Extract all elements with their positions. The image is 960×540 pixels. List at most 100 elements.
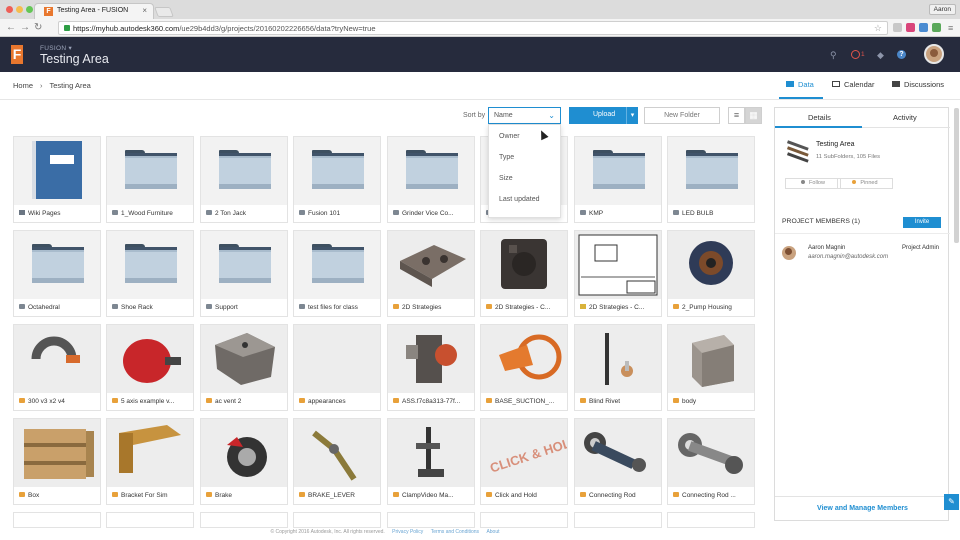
help-icon[interactable]: ? bbox=[897, 50, 906, 59]
extension-icon[interactable] bbox=[893, 23, 902, 32]
grid-view-toggle[interactable]: ▦ bbox=[745, 107, 762, 124]
avatar[interactable] bbox=[924, 44, 944, 64]
extension-icon[interactable] bbox=[932, 23, 941, 32]
browser-tab[interactable]: F Testing Area - FUSION × bbox=[34, 3, 154, 19]
view-manage-members-link[interactable]: View and Manage Members bbox=[775, 505, 950, 512]
bookmark-star-icon[interactable]: ☆ bbox=[874, 23, 882, 34]
file-card[interactable]: Blind Rivet bbox=[574, 324, 662, 411]
upload-button[interactable]: Upload ▾ bbox=[569, 107, 638, 124]
file-card[interactable]: 2D Strategies bbox=[387, 230, 475, 317]
item-label: Box bbox=[19, 492, 99, 499]
minimize-window-icon[interactable] bbox=[16, 6, 23, 13]
app-switcher[interactable]: FUSION ▾ bbox=[40, 44, 72, 52]
sort-option-size[interactable]: Size bbox=[499, 175, 513, 182]
file-card[interactable] bbox=[293, 512, 381, 528]
search-icon[interactable]: ⚲ bbox=[830, 50, 837, 60]
list-view-toggle[interactable]: ≡ bbox=[728, 107, 745, 124]
file-card[interactable]: body bbox=[667, 324, 755, 411]
file-card[interactable]: Connecting Rod ... bbox=[667, 418, 755, 505]
file-card[interactable] bbox=[574, 512, 662, 528]
file-card[interactable] bbox=[13, 512, 101, 528]
clock-icon[interactable] bbox=[851, 50, 860, 59]
folder-card[interactable]: LED BULB bbox=[667, 136, 755, 223]
item-label: ClampVideo Ma... bbox=[393, 492, 473, 499]
file-card[interactable]: Box bbox=[13, 418, 101, 505]
file-card[interactable]: 2D Strategies - C... bbox=[574, 230, 662, 317]
maximize-window-icon[interactable] bbox=[26, 6, 33, 13]
browser-user-button[interactable]: Aaron bbox=[928, 4, 956, 15]
close-tab-icon[interactable]: × bbox=[142, 6, 147, 15]
file-card[interactable]: Wiki Pages bbox=[13, 136, 101, 223]
reload-icon[interactable]: ↻ bbox=[34, 22, 42, 34]
breadcrumb-home[interactable]: Home bbox=[13, 81, 33, 90]
tab-calendar[interactable]: Calendar bbox=[832, 80, 874, 89]
follow-button[interactable]: Follow bbox=[785, 178, 841, 189]
privacy-link[interactable]: Privacy Policy bbox=[392, 529, 423, 535]
file-card[interactable] bbox=[667, 512, 755, 528]
file-card[interactable]: CLICK & HOLD Click and Hold bbox=[480, 418, 568, 505]
folder-card[interactable]: 1_Wood Furniture bbox=[106, 136, 194, 223]
thumbnail bbox=[14, 231, 100, 299]
file-card[interactable] bbox=[106, 512, 194, 528]
tab-data[interactable]: Data bbox=[786, 80, 814, 89]
file-card[interactable]: 2D Strategies - C... bbox=[480, 230, 568, 317]
extension-icon[interactable] bbox=[906, 23, 915, 32]
sort-option-owner[interactable]: Owner bbox=[499, 133, 520, 140]
folder-card[interactable]: Shoe Rack bbox=[106, 230, 194, 317]
upload-dropdown-icon[interactable]: ▾ bbox=[626, 107, 638, 124]
close-window-icon[interactable] bbox=[6, 6, 13, 13]
sort-option-type[interactable]: Type bbox=[499, 154, 514, 161]
new-folder-button[interactable]: New Folder bbox=[644, 107, 720, 124]
new-tab-button[interactable] bbox=[154, 7, 174, 17]
avatar[interactable] bbox=[782, 246, 796, 260]
project-name: Testing Area bbox=[816, 141, 855, 148]
file-card[interactable]: BASE_SUCTION_... bbox=[480, 324, 568, 411]
model-icon bbox=[393, 398, 399, 403]
about-link[interactable]: About bbox=[486, 529, 499, 535]
file-card[interactable]: ac vent 2 bbox=[200, 324, 288, 411]
pin-icon bbox=[852, 180, 857, 184]
model-icon bbox=[580, 492, 586, 497]
file-card[interactable]: 2_Pump Housing bbox=[667, 230, 755, 317]
file-card[interactable] bbox=[200, 512, 288, 528]
bell-icon[interactable]: ◆ bbox=[877, 50, 884, 60]
fusion-logo[interactable]: F bbox=[11, 45, 23, 64]
folder-card[interactable]: Grinder Vice Co... bbox=[387, 136, 475, 223]
feedback-button[interactable]: ✎ bbox=[944, 494, 959, 510]
file-card[interactable] bbox=[480, 512, 568, 528]
file-card[interactable]: BRAKE_LEVER bbox=[293, 418, 381, 505]
forward-icon[interactable]: → bbox=[20, 22, 30, 34]
back-icon[interactable]: ← bbox=[6, 22, 16, 34]
folder-icon bbox=[299, 304, 305, 309]
file-card[interactable]: Bracket For Sim bbox=[106, 418, 194, 505]
tab-discussions[interactable]: Discussions bbox=[892, 80, 944, 89]
folder-card[interactable]: Fusion 101 bbox=[293, 136, 381, 223]
menu-icon[interactable]: ≡ bbox=[948, 22, 953, 34]
terms-link[interactable]: Terms and Conditions bbox=[431, 529, 479, 535]
extension-icon[interactable] bbox=[919, 23, 928, 32]
folder-icon bbox=[206, 210, 212, 215]
tab-title: Testing Area - FUSION bbox=[57, 7, 129, 14]
file-card[interactable]: Brake bbox=[200, 418, 288, 505]
pinned-button[interactable]: Pinned bbox=[837, 178, 893, 189]
folder-card[interactable]: Support bbox=[200, 230, 288, 317]
scrollbar[interactable] bbox=[954, 108, 959, 243]
bell-icon bbox=[801, 180, 806, 184]
tab-details[interactable]: Details bbox=[808, 113, 831, 122]
invite-button[interactable]: Invite bbox=[903, 217, 941, 228]
address-bar[interactable]: https://myhub.autodesk360.com/ue29b4dd3/… bbox=[58, 21, 888, 35]
file-card[interactable]: 300 v3 x2 v4 bbox=[13, 324, 101, 411]
file-card[interactable]: ASS.f7c8a313-77f... bbox=[387, 324, 475, 411]
file-card[interactable]: ClampVideo Ma... bbox=[387, 418, 475, 505]
file-card[interactable]: appearances bbox=[293, 324, 381, 411]
folder-card[interactable]: 2 Ton Jack bbox=[200, 136, 288, 223]
sort-select[interactable]: Name ⌄ bbox=[488, 107, 561, 124]
file-card[interactable] bbox=[387, 512, 475, 528]
sort-option-last-updated[interactable]: Last updated bbox=[499, 196, 539, 203]
folder-card[interactable]: KMP bbox=[574, 136, 662, 223]
folder-card[interactable]: test files for class bbox=[293, 230, 381, 317]
folder-card[interactable]: Octahedral bbox=[13, 230, 101, 317]
file-card[interactable]: 5 axis example v... bbox=[106, 324, 194, 411]
file-card[interactable]: Connecting Rod bbox=[574, 418, 662, 505]
tab-activity[interactable]: Activity bbox=[893, 113, 917, 122]
